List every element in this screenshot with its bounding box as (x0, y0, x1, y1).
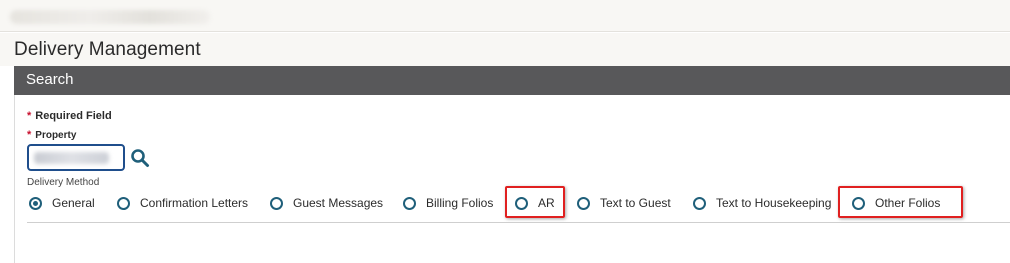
required-marker: * (27, 129, 32, 141)
page-header: Delivery Management (0, 33, 1010, 66)
section-divider (27, 222, 1010, 223)
search-panel-header[interactable]: Search (14, 66, 1010, 95)
radio-selected-icon (29, 196, 42, 210)
radio-label: Guest Messages (293, 196, 384, 210)
property-search-button[interactable] (130, 148, 150, 168)
blurred-breadcrumb (10, 10, 210, 24)
property-input[interactable] (27, 144, 125, 171)
radio-label: Confirmation Letters (140, 196, 249, 210)
highlight-ar-callout (505, 186, 565, 218)
radio-label: General (52, 196, 95, 210)
radio-unselected-icon (270, 196, 283, 210)
required-marker: * (27, 110, 32, 122)
radio-unselected-icon (577, 196, 590, 210)
property-label: * Property (27, 129, 76, 141)
property-label-text: Property (35, 130, 77, 141)
delivery-method-label: Delivery Method (27, 177, 100, 188)
required-field-text: Required Field (35, 110, 112, 122)
radio-text-to-guest[interactable]: Text to Guest (577, 190, 671, 216)
radio-confirmation-letters[interactable]: Confirmation Letters (117, 190, 248, 216)
radio-billing-folios[interactable]: Billing Folios (403, 190, 493, 216)
highlight-other-folios-callout (838, 186, 963, 218)
top-bar (0, 0, 1010, 32)
property-value-redacted (34, 152, 109, 164)
radio-unselected-icon (403, 196, 416, 210)
radio-general[interactable]: General (29, 190, 95, 216)
search-panel-body (14, 95, 1010, 263)
radio-unselected-icon (693, 196, 706, 210)
page-title: Delivery Management (14, 39, 201, 60)
radio-text-to-housekeeping[interactable]: Text to Housekeeping (693, 190, 831, 216)
search-icon (131, 149, 149, 167)
radio-label: Text to Guest (600, 196, 671, 210)
radio-label: Billing Folios (426, 196, 494, 210)
radio-guest-messages[interactable]: Guest Messages (270, 190, 383, 216)
radio-unselected-icon (117, 196, 130, 210)
radio-label: Text to Housekeeping (716, 196, 832, 210)
search-panel-title: Search (26, 71, 74, 88)
required-field-note: * Required Field (27, 110, 112, 122)
